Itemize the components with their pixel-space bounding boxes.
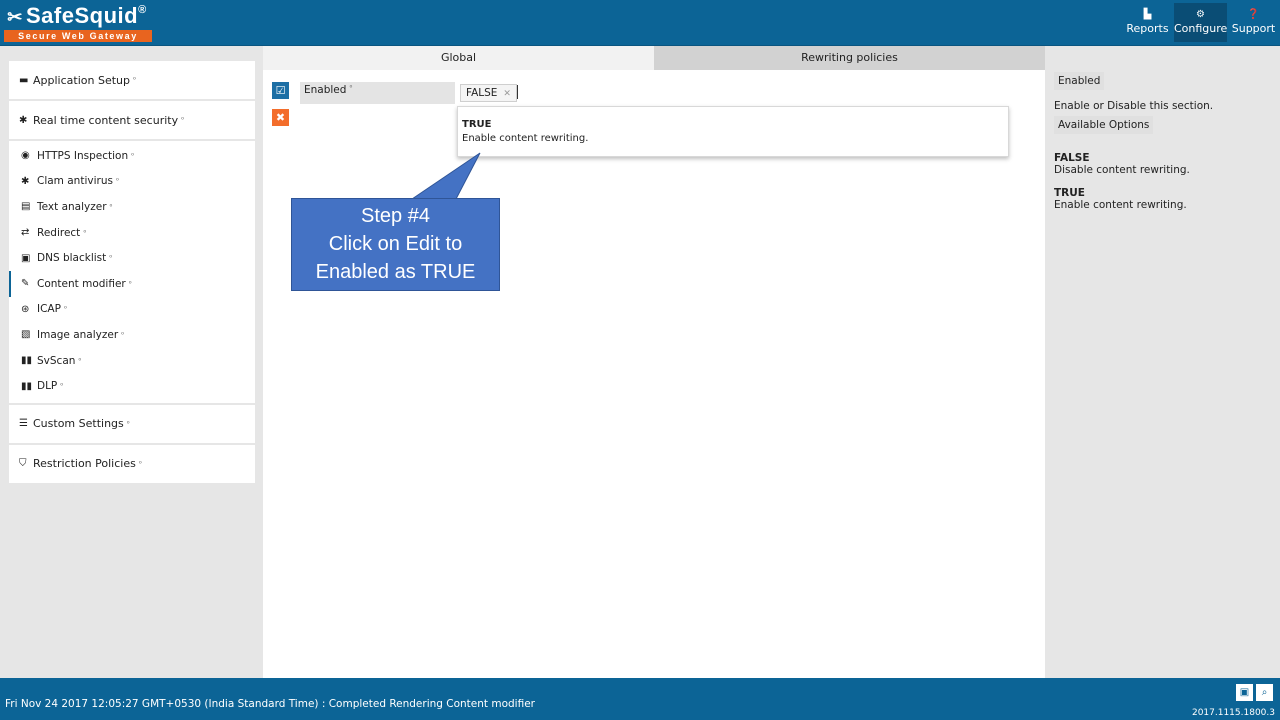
logo-wordmark: ✂ SafeSquid®: [4, 3, 147, 29]
text-caret: [517, 85, 518, 99]
tools-icon: ✂: [7, 7, 23, 27]
sidebar-card-application-setup: ▬ Application Setup ⁰: [9, 61, 255, 99]
sidebar-item-text-analyzer[interactable]: ▤ Text analyzer ⁰: [9, 194, 255, 220]
asterisk-icon: ✱: [21, 175, 30, 187]
info-icon: ⁰: [63, 305, 67, 314]
top-bar: ✂ SafeSquid® Secure Web Gateway ▙ Reports…: [0, 0, 1280, 46]
question-icon: ❓: [1247, 9, 1260, 20]
globe-icon: ⊛: [21, 303, 30, 315]
info-icon: ⁰: [109, 254, 113, 263]
sidebar-item-application-setup[interactable]: ▬ Application Setup ⁰: [9, 61, 255, 99]
columns-icon: ▮▮: [21, 380, 33, 392]
sidebar-item-dlp[interactable]: ▮▮ DLP ⁰: [9, 373, 255, 399]
drive-icon: ▬: [19, 74, 29, 86]
help-options-chip: Available Options: [1054, 116, 1154, 134]
dns-icon: ▣: [21, 252, 31, 264]
bug-icon: ✱: [19, 114, 28, 126]
main-panel: Global Rewriting policies ☑ ✖ Enabled ⁰ F…: [263, 46, 1045, 678]
shuffle-icon: ⇄: [21, 227, 30, 239]
save-check-button[interactable]: ☑: [272, 82, 289, 99]
info-icon: ⁰: [138, 459, 142, 468]
info-icon: ⁰: [83, 228, 87, 237]
info-icon: ⁰: [115, 177, 119, 186]
tab-global[interactable]: Global: [263, 46, 654, 70]
info-icon: ⁰: [78, 356, 82, 365]
enabled-value-tag[interactable]: FALSE ✕: [460, 84, 517, 102]
sidebar-item-dns-blacklist[interactable]: ▣ DNS blacklist ⁰: [9, 245, 255, 271]
version-text: 2017.1115.1800.3: [1191, 708, 1275, 718]
dropdown-option-title[interactable]: TRUE: [462, 119, 1008, 130]
sidebar-card-custom-settings: ☰ Custom Settings ⁰: [9, 404, 255, 443]
help-panel: Enabled Enable or Disable this section. …: [1054, 72, 1274, 211]
help-field-desc: Enable or Disable this section.: [1054, 100, 1214, 112]
callout-line-3: Enabled as TRUE: [315, 261, 476, 283]
info-icon: ⁰: [109, 202, 113, 211]
check-icon: ☑: [275, 84, 286, 97]
gears-icon: ⚙: [1196, 9, 1205, 20]
sidebar-item-restriction-policies[interactable]: ⛉ Restriction Policies ⁰: [9, 445, 255, 483]
sidebar-item-redirect[interactable]: ⇄ Redirect ⁰: [9, 220, 255, 246]
info-icon: ⁰: [132, 76, 136, 84]
status-text: Fri Nov 24 2017 12:05:27 GMT+0530 (India…: [5, 698, 535, 710]
sidebar-item-icap[interactable]: ⊛ ICAP ⁰: [9, 297, 255, 323]
info-icon: ⁰: [349, 84, 353, 92]
top-nav: ▙ Reports ⚙ Configure ❓ Support: [1121, 3, 1280, 42]
sliders-icon: ☰: [19, 418, 28, 430]
sidebar-item-image-analyzer[interactable]: ▧ Image analyzer ⁰: [9, 322, 255, 348]
info-icon: ⁰: [131, 151, 134, 160]
nav-support[interactable]: ❓ Support: [1227, 3, 1280, 42]
nav-reports[interactable]: ▙ Reports: [1121, 3, 1174, 42]
sidebar-item-content-modifier[interactable]: ✎ Content modifier ⁰: [9, 270, 255, 297]
info-icon: ⁰: [181, 116, 184, 124]
info-icon: ⁰: [60, 382, 64, 391]
sidebar-card-restriction-policies: ⛉ Restriction Policies ⁰: [9, 444, 255, 483]
sidebar-item-clam-antivirus[interactable]: ✱ Clam antivirus ⁰: [9, 169, 255, 195]
sidebar-card-real-time: ✱ Real time content security ⁰: [9, 101, 255, 139]
image-file-icon: ▧: [21, 329, 31, 341]
step-callout: Step #4 Click on Edit to Enabled as TRUE: [291, 198, 500, 291]
chart-icon: ▙: [1143, 9, 1152, 20]
callout-line-1: Step #4: [361, 205, 430, 227]
sidebar-item-real-time-content-security[interactable]: ✱ Real time content security ⁰: [9, 101, 255, 139]
enabled-field-label: Enabled ⁰: [300, 82, 455, 104]
help-field-chip: Enabled: [1054, 72, 1105, 90]
edit-icon: ✎: [21, 278, 30, 290]
logo-subtitle: Secure Web Gateway: [4, 30, 152, 42]
save-icon[interactable]: ▣: [1236, 684, 1253, 701]
shield-icon: ⛉: [19, 458, 27, 470]
info-icon: ⁰: [121, 330, 124, 339]
columns-icon: ▮▮: [21, 355, 33, 367]
info-icon: ⁰: [126, 419, 130, 428]
callout-line-2: Click on Edit to: [328, 233, 463, 255]
document-icon: ▤: [21, 201, 31, 213]
sidebar-submenu: ◉ HTTPS Inspection ⁰ ✱ Clam antivirus ⁰ ▤ …: [9, 141, 255, 403]
help-option-false: FALSE Disable content rewriting.: [1054, 152, 1190, 176]
tab-rewriting-policies[interactable]: Rewriting policies: [654, 46, 1045, 70]
sidebar-item-https-inspection[interactable]: ◉ HTTPS Inspection ⁰: [9, 143, 255, 169]
close-icon: ✖: [275, 111, 286, 124]
options-dropdown[interactable]: TRUE Enable content rewriting.: [457, 106, 1009, 157]
search-icon[interactable]: ⌕: [1256, 684, 1273, 701]
nav-configure[interactable]: ⚙ Configure: [1174, 3, 1227, 42]
eye-icon: ◉: [21, 150, 30, 162]
safesquid-logo[interactable]: ✂ SafeSquid® Secure Web Gateway: [4, 3, 154, 43]
dropdown-option-desc: Enable content rewriting.: [462, 133, 589, 144]
sidebar-item-custom-settings[interactable]: ☰ Custom Settings ⁰: [9, 405, 255, 443]
status-footer: Fri Nov 24 2017 12:05:27 GMT+0530 (India…: [0, 678, 1280, 720]
remove-tag-icon[interactable]: ✕: [503, 89, 511, 99]
cancel-button[interactable]: ✖: [272, 109, 289, 126]
sidebar-item-svscan[interactable]: ▮▮ SvScan ⁰: [9, 348, 255, 374]
tab-bar: Global Rewriting policies: [263, 46, 1045, 70]
info-icon: ⁰: [128, 279, 132, 288]
sidebar: ▬ Application Setup ⁰ ✱ Real time content…: [9, 61, 255, 485]
help-option-true: TRUE Enable content rewriting.: [1054, 187, 1187, 211]
